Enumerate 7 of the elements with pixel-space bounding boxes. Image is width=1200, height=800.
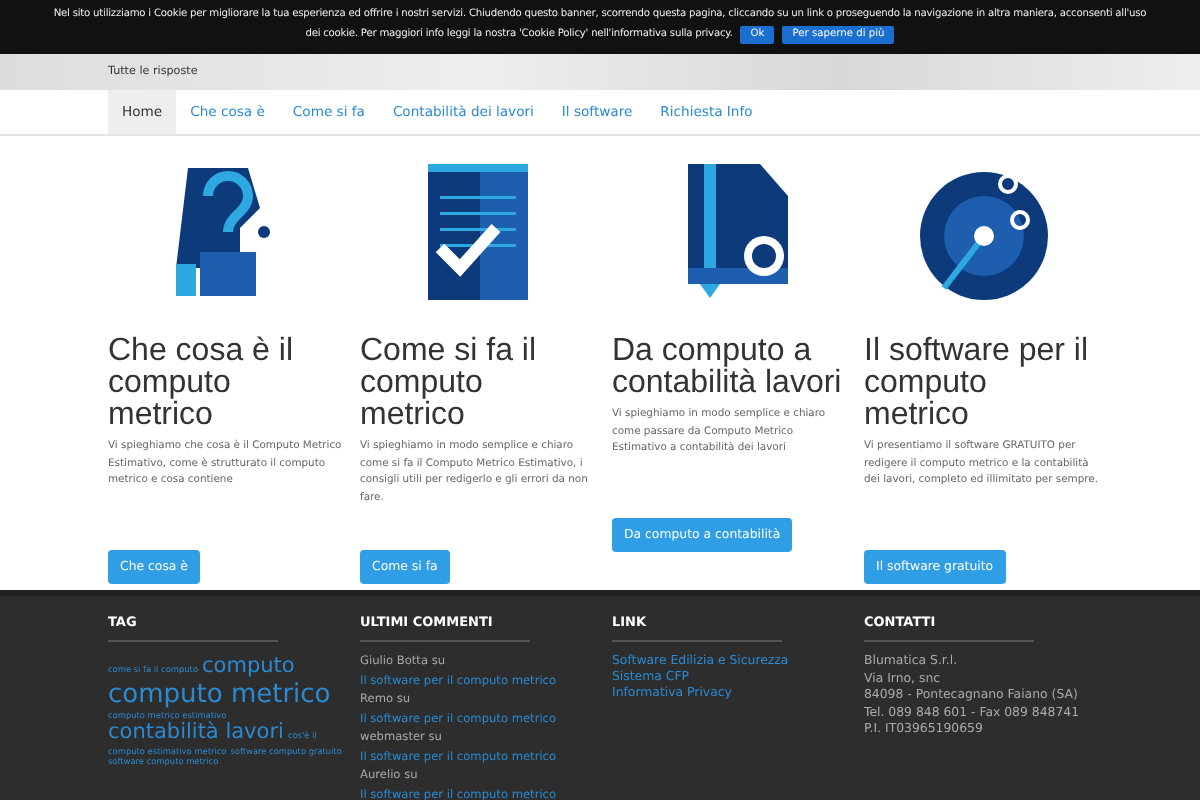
card-title: Che cosa è il computo metrico xyxy=(108,336,295,432)
tag-link[interactable]: computo xyxy=(202,654,295,680)
card-title: Da computo a contabilità lavori xyxy=(612,336,844,400)
tag-link[interactable]: computo metrico xyxy=(108,679,331,711)
card-title: Il software per il computo metrico xyxy=(864,336,1091,432)
card-title: Come si fa il computo metrico xyxy=(360,336,539,432)
tag-link[interactable]: contabilità lavori xyxy=(108,720,284,746)
